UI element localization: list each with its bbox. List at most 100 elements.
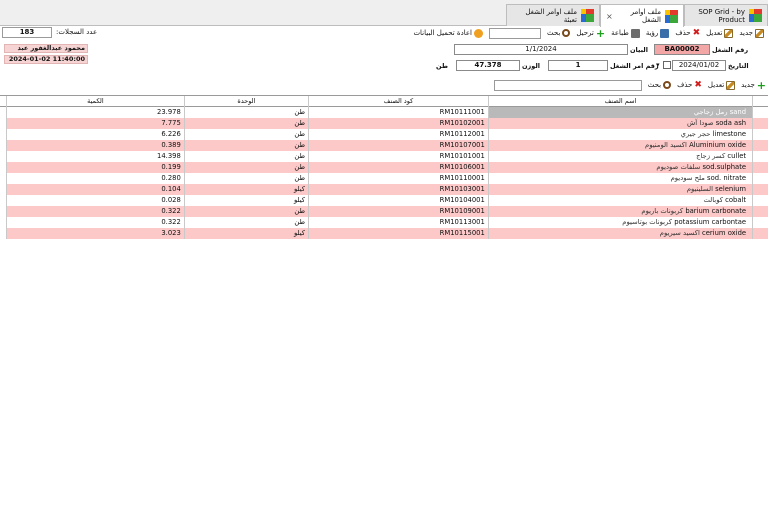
row-header[interactable]: [752, 228, 768, 239]
item-qty-cell[interactable]: 0.199: [6, 162, 184, 173]
table-row[interactable]: صودا آش soda ash RM10102001 طن 7.775: [0, 118, 768, 129]
item-unit-cell[interactable]: كيلو: [183, 184, 309, 195]
item-name-cell[interactable]: رمل زجاجي sand: [487, 107, 753, 118]
item-code-cell[interactable]: RM10102001: [308, 118, 488, 129]
tab-sop-grid[interactable]: SOP Grid - by Product: [684, 4, 768, 26]
table-row[interactable]: كربونات باريوم barium carbonate RM1010900…: [0, 206, 768, 217]
item-unit-cell[interactable]: طن: [183, 151, 309, 162]
item-code-cell[interactable]: RM10111001: [308, 107, 488, 118]
header-name[interactable]: اسم الصنف: [487, 96, 752, 107]
item-code-cell[interactable]: RM10104001: [308, 195, 488, 206]
date-checkbox[interactable]: [663, 61, 671, 69]
tab-work-orders-packing[interactable]: ملف اوامر الشغل تعبئة: [506, 4, 600, 26]
item-name-cell[interactable]: اكسيد الومنيوم Aluminium oxide: [487, 140, 753, 151]
item-qty-cell[interactable]: 0.322: [6, 206, 184, 217]
weight-field[interactable]: 47.378: [456, 60, 520, 71]
item-name-cell[interactable]: اكسيد سيريوم cerium oxide: [487, 228, 753, 239]
table-row[interactable]: السلينيوم selenium RM10103001 كيلو 0.104: [0, 184, 768, 195]
item-qty-cell[interactable]: 0.028: [6, 195, 184, 206]
table-row[interactable]: ملح سوديوم sod. nitrate RM10110001 طن 0.280: [0, 173, 768, 184]
item-unit-cell[interactable]: طن: [183, 140, 309, 151]
add-item-button[interactable]: + جديد: [741, 80, 766, 91]
edit-button[interactable]: تعديل: [706, 28, 734, 38]
item-code-cell[interactable]: RM10113001: [308, 217, 488, 228]
row-header[interactable]: [752, 118, 768, 129]
header-qty[interactable]: الكمية: [6, 96, 184, 107]
item-code-cell[interactable]: RM10101001: [308, 151, 488, 162]
row-header[interactable]: [752, 195, 768, 206]
table-row[interactable]: اكسيد الومنيوم Aluminium oxide RM10107001…: [0, 140, 768, 151]
item-qty-cell[interactable]: 0.389: [6, 140, 184, 151]
item-name-cell[interactable]: حجر جيري limestone: [487, 129, 753, 140]
row-header[interactable]: [752, 140, 768, 151]
item-name-cell[interactable]: صودا آش soda ash: [487, 118, 753, 129]
work-order-field[interactable]: 1: [548, 60, 608, 71]
post-button[interactable]: + ترحيل: [576, 28, 605, 39]
item-qty-cell[interactable]: 0.104: [6, 184, 184, 195]
item-name-cell[interactable]: كربونات باريوم barium carbonate: [487, 206, 753, 217]
item-name-cell[interactable]: ملح سوديوم sod. nitrate: [487, 173, 753, 184]
item-name-cell[interactable]: السلينيوم selenium: [487, 184, 753, 195]
edit-item-button[interactable]: تعديل: [708, 80, 736, 90]
date-field[interactable]: 2024/01/02: [672, 60, 726, 71]
row-header[interactable]: [752, 162, 768, 173]
item-code-cell[interactable]: RM10109001: [308, 206, 488, 217]
header-unit[interactable]: الوحدة: [183, 96, 308, 107]
item-search-input[interactable]: [494, 79, 642, 91]
new-button[interactable]: جديد: [739, 28, 764, 38]
item-qty-cell[interactable]: 7.775: [6, 118, 184, 129]
print-button[interactable]: طباعة: [611, 28, 640, 38]
item-qty-cell[interactable]: 0.280: [6, 173, 184, 184]
item-unit-cell[interactable]: طن: [183, 217, 309, 228]
order-no-field[interactable]: BA00002: [654, 44, 710, 55]
reload-button[interactable]: اعادة تحميل البيانات: [413, 28, 483, 38]
table-row[interactable]: حجر جيري limestone RM10112001 طن 6.226: [0, 129, 768, 140]
table-row[interactable]: كسر زجاج cullet RM10101001 طن 14.398: [0, 151, 768, 162]
row-header[interactable]: [752, 184, 768, 195]
row-header[interactable]: [752, 129, 768, 140]
search-input[interactable]: [488, 27, 541, 39]
item-qty-cell[interactable]: 0.322: [6, 217, 184, 228]
item-qty-cell[interactable]: 23.978: [6, 107, 184, 118]
delete-item-button[interactable]: ✖ حذف: [677, 80, 702, 90]
item-code-cell[interactable]: RM10112001: [308, 129, 488, 140]
item-name-cell[interactable]: سلفات صوديوم sod.sulphate: [487, 162, 753, 173]
statement-field[interactable]: 1/1/2024: [454, 44, 628, 55]
table-row[interactable]: اكسيد سيريوم cerium oxide RM10115001 كيلو 3…: [0, 228, 768, 239]
item-name-cell[interactable]: كوبالت cobalt: [487, 195, 753, 206]
row-header[interactable]: [752, 173, 768, 184]
header-code[interactable]: كود الصنف: [308, 96, 488, 107]
close-icon[interactable]: ×: [606, 12, 613, 21]
view-button[interactable]: رؤية: [646, 28, 670, 38]
row-header[interactable]: [752, 217, 768, 228]
item-unit-cell[interactable]: كيلو: [183, 228, 309, 239]
row-header[interactable]: [752, 151, 768, 162]
table-row[interactable]: كربونات بوتاسيوم potassium carbontae RM10…: [0, 217, 768, 228]
search-button[interactable]: بحث: [547, 29, 571, 37]
delete-button[interactable]: ✖ حذف: [675, 28, 700, 38]
item-name-cell[interactable]: كربونات بوتاسيوم potassium carbontae: [487, 217, 753, 228]
tab-work-orders[interactable]: ملف اوامر الشغل ×: [600, 4, 684, 27]
item-code-cell[interactable]: RM10103001: [308, 184, 488, 195]
item-code-cell[interactable]: RM10115001: [308, 228, 488, 239]
item-unit-cell[interactable]: طن: [183, 173, 309, 184]
item-qty-cell[interactable]: 14.398: [6, 151, 184, 162]
item-qty-cell[interactable]: 3.023: [6, 228, 184, 239]
row-header[interactable]: [752, 107, 768, 118]
table-row[interactable]: كوبالت cobalt RM10104001 كيلو 0.028: [0, 195, 768, 206]
item-unit-cell[interactable]: طن: [183, 129, 309, 140]
item-unit-cell[interactable]: كيلو: [183, 195, 309, 206]
item-unit-cell[interactable]: طن: [183, 162, 309, 173]
search-item-button[interactable]: بحث: [648, 81, 672, 89]
table-row[interactable]: سلفات صوديوم sod.sulphate RM10106001 طن 0.1…: [0, 162, 768, 173]
item-name-cell[interactable]: كسر زجاج cullet: [487, 151, 753, 162]
item-qty-cell[interactable]: 6.226: [6, 129, 184, 140]
item-unit-cell[interactable]: طن: [183, 206, 309, 217]
item-code-cell[interactable]: RM10106001: [308, 162, 488, 173]
item-unit-cell[interactable]: طن: [183, 118, 309, 129]
item-code-cell[interactable]: RM10107001: [308, 140, 488, 151]
item-code-cell[interactable]: RM10110001: [308, 173, 488, 184]
table-row[interactable]: رمل زجاجي sand RM10111001 طن 23.978: [0, 107, 768, 118]
row-header[interactable]: [752, 206, 768, 217]
item-unit-cell[interactable]: طن: [183, 107, 309, 118]
